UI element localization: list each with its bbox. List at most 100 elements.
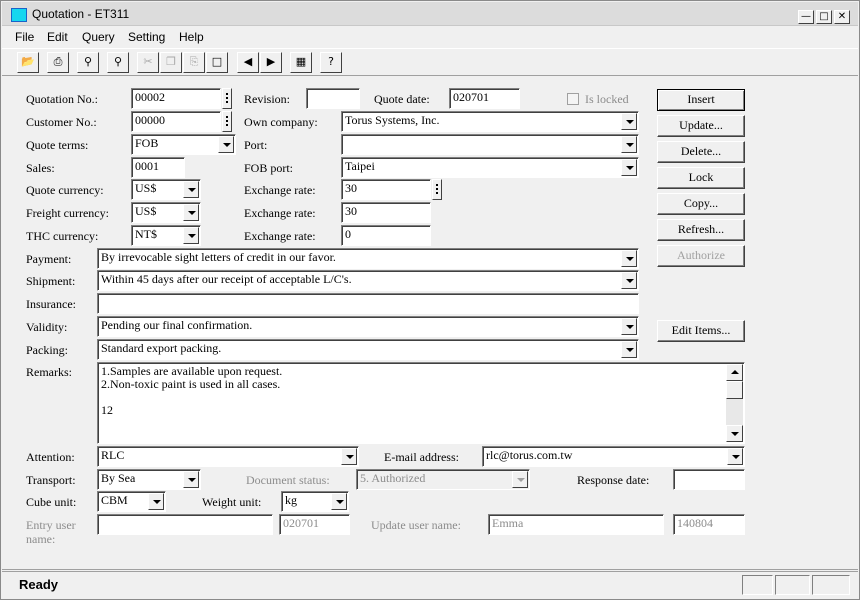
chevron-down-icon[interactable]	[331, 493, 347, 510]
lock-button[interactable]: Lock	[657, 167, 745, 189]
chevron-down-icon[interactable]	[183, 471, 199, 488]
print-icon[interactable]: ⎙	[47, 52, 69, 73]
delete-button[interactable]: Delete...	[657, 141, 745, 163]
chevron-down-icon[interactable]	[621, 136, 637, 153]
menu-edit[interactable]: Edit	[47, 30, 68, 44]
quotation-no-input[interactable]: 00002	[131, 88, 221, 109]
transport-value: By Sea	[101, 471, 136, 485]
open-icon[interactable]: 📂	[17, 52, 39, 73]
entry-user-label: Entry user	[26, 518, 76, 532]
freight-exchange-rate-input[interactable]: 30	[341, 202, 431, 223]
thc-currency-label: THC currency:	[26, 229, 99, 243]
packing-select[interactable]: Standard export packing.	[97, 339, 639, 360]
chevron-down-icon[interactable]	[621, 318, 637, 335]
menu-setting[interactable]: Setting	[128, 30, 165, 44]
transport-label: Transport:	[26, 473, 76, 487]
chevron-down-icon[interactable]	[621, 250, 637, 267]
maximize-icon[interactable]: □	[816, 10, 832, 24]
chevron-down-icon[interactable]	[148, 493, 164, 510]
is-locked-checkbox[interactable]	[567, 93, 579, 105]
chevron-down-icon[interactable]	[183, 181, 199, 198]
chevron-down-icon[interactable]	[621, 272, 637, 289]
quote-date-label: Quote date:	[374, 92, 430, 106]
remarks-scrollbar[interactable]	[726, 364, 743, 442]
payment-select[interactable]: By irrevocable sight letters of credit i…	[97, 248, 639, 269]
fob-port-select[interactable]: Taipei	[341, 157, 639, 178]
document-status-select[interactable]: 5. Authorized	[356, 469, 530, 490]
remarks-line	[101, 391, 741, 404]
chevron-down-icon[interactable]	[621, 113, 637, 130]
remarks-line: 12	[101, 403, 113, 417]
menu-query[interactable]: Query	[82, 30, 115, 44]
update-user-input[interactable]: Emma	[488, 514, 664, 535]
paste-icon[interactable]: ⎘	[183, 52, 205, 73]
chevron-down-icon[interactable]	[512, 471, 528, 488]
sales-input[interactable]: 0001	[131, 157, 185, 178]
chevron-down-icon[interactable]	[341, 448, 357, 465]
menu-help[interactable]: Help	[179, 30, 204, 44]
email-label: E-mail address:	[384, 450, 459, 464]
prev-icon[interactable]: ◀	[237, 52, 259, 73]
authorize-button[interactable]: Authorize	[657, 245, 745, 267]
exchange-rate-input[interactable]: 30	[341, 179, 431, 200]
port-select[interactable]	[341, 134, 639, 155]
menu-file[interactable]: File	[15, 30, 34, 44]
own-company-select[interactable]: Torus Systems, Inc.	[341, 111, 639, 132]
payment-label: Payment:	[26, 252, 72, 266]
revision-input[interactable]	[306, 88, 360, 109]
response-date-input[interactable]	[673, 469, 745, 490]
shipment-select[interactable]: Within 45 days after our receipt of acce…	[97, 270, 639, 291]
update-user-label: Update user name:	[371, 518, 461, 532]
update-date-input[interactable]: 140804	[673, 514, 745, 535]
freight-currency-value: US$	[135, 204, 157, 218]
transport-select[interactable]: By Sea	[97, 469, 201, 490]
query-icon[interactable]: ⚲	[107, 52, 129, 73]
chevron-down-icon[interactable]	[183, 204, 199, 221]
chevron-down-icon[interactable]	[621, 159, 637, 176]
customer-no-input[interactable]: 00000	[131, 111, 221, 132]
new-icon[interactable]: □	[206, 52, 228, 73]
quote-terms-select[interactable]: FOB	[131, 134, 236, 155]
entry-user-input[interactable]	[97, 514, 273, 535]
thc-currency-select[interactable]: NT$	[131, 225, 201, 246]
freight-currency-select[interactable]: US$	[131, 202, 201, 223]
find-icon[interactable]: ⚲	[77, 52, 99, 73]
refresh-button[interactable]: Refresh...	[657, 219, 745, 241]
remarks-textarea[interactable]: 1.Samples are available upon request. 2.…	[97, 362, 745, 444]
cube-unit-select[interactable]: CBM	[97, 491, 166, 512]
scroll-thumb[interactable]	[726, 381, 743, 399]
chevron-down-icon[interactable]	[621, 341, 637, 358]
scroll-down-icon[interactable]	[726, 425, 743, 442]
validity-select[interactable]: Pending our final confirmation.	[97, 316, 639, 337]
entry-user-label-line2: name:	[26, 532, 56, 546]
chevron-down-icon[interactable]	[218, 136, 234, 153]
entry-date-input[interactable]: 020701	[279, 514, 350, 535]
scroll-up-icon[interactable]	[726, 364, 743, 381]
insurance-input[interactable]	[97, 293, 639, 314]
attention-select[interactable]: RLC	[97, 446, 359, 467]
cut-icon[interactable]: ✂	[137, 52, 159, 73]
quote-date-input[interactable]: 020701	[449, 88, 520, 109]
own-company-value: Torus Systems, Inc.	[345, 113, 440, 127]
help-icon[interactable]: ?	[320, 52, 342, 73]
copy-icon[interactable]: ❐	[160, 52, 182, 73]
chevron-down-icon[interactable]	[183, 227, 199, 244]
quote-currency-select[interactable]: US$	[131, 179, 201, 200]
next-icon[interactable]: ▶	[260, 52, 282, 73]
insert-button[interactable]: Insert	[657, 89, 745, 111]
exchange-rate-spinner[interactable]	[432, 179, 442, 200]
minimize-icon[interactable]: —	[798, 10, 814, 24]
thc-exchange-rate-input[interactable]: 0	[341, 225, 431, 246]
customer-no-spinner[interactable]	[222, 111, 232, 132]
menu-bar: File Edit Query Setting Help	[2, 27, 858, 47]
weight-unit-select[interactable]: kg	[281, 491, 349, 512]
email-select[interactable]: rlc@torus.com.tw	[482, 446, 745, 467]
quotation-no-label: Quotation No.:	[26, 92, 98, 106]
quotation-no-spinner[interactable]	[222, 88, 232, 109]
close-icon[interactable]: ✕	[834, 10, 850, 24]
book-icon[interactable]: ▦	[290, 52, 312, 73]
update-button[interactable]: Update...	[657, 115, 745, 137]
copy-button[interactable]: Copy...	[657, 193, 745, 215]
edit-items-button[interactable]: Edit Items...	[657, 320, 745, 342]
chevron-down-icon[interactable]	[727, 448, 743, 465]
